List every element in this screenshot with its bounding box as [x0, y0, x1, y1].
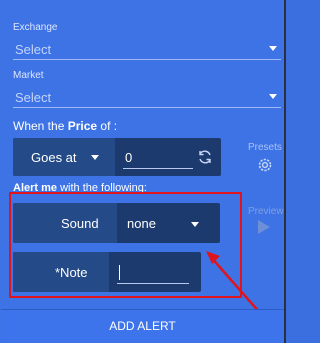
market-select[interactable]: Select: [13, 86, 281, 108]
condition-select-value: Goes at: [31, 150, 77, 165]
market-label: Market: [13, 70, 44, 81]
chevron-down-icon: [269, 46, 277, 51]
exchange-label: Exchange: [13, 22, 58, 33]
preview-label: Preview: [248, 206, 284, 217]
refresh-icon[interactable]: [197, 149, 213, 165]
alert-panel: Exchange Select Market Select When the P…: [0, 0, 286, 343]
exchange-select-value: Select: [15, 42, 52, 57]
price-label-prefix: When the: [13, 119, 65, 133]
right-border: [284, 0, 286, 343]
market-select-value: Select: [15, 90, 52, 105]
price-input[interactable]: 0: [125, 150, 132, 165]
price-condition-label: When the Price of :: [13, 119, 117, 133]
price-condition-box: Goes at 0: [13, 138, 221, 176]
price-input-underline: [123, 168, 193, 169]
condition-select[interactable]: Goes at: [13, 138, 115, 176]
chevron-down-icon: [91, 155, 99, 160]
chevron-down-icon: [269, 94, 277, 99]
add-alert-button[interactable]: ADD ALERT: [1, 309, 284, 342]
price-label-bold: Price: [67, 119, 98, 133]
play-icon[interactable]: [258, 220, 270, 234]
gear-icon[interactable]: [256, 156, 274, 174]
exchange-select[interactable]: Select: [13, 38, 281, 60]
price-label-suffix: of :: [100, 119, 118, 133]
presets-label: Presets: [248, 142, 282, 153]
